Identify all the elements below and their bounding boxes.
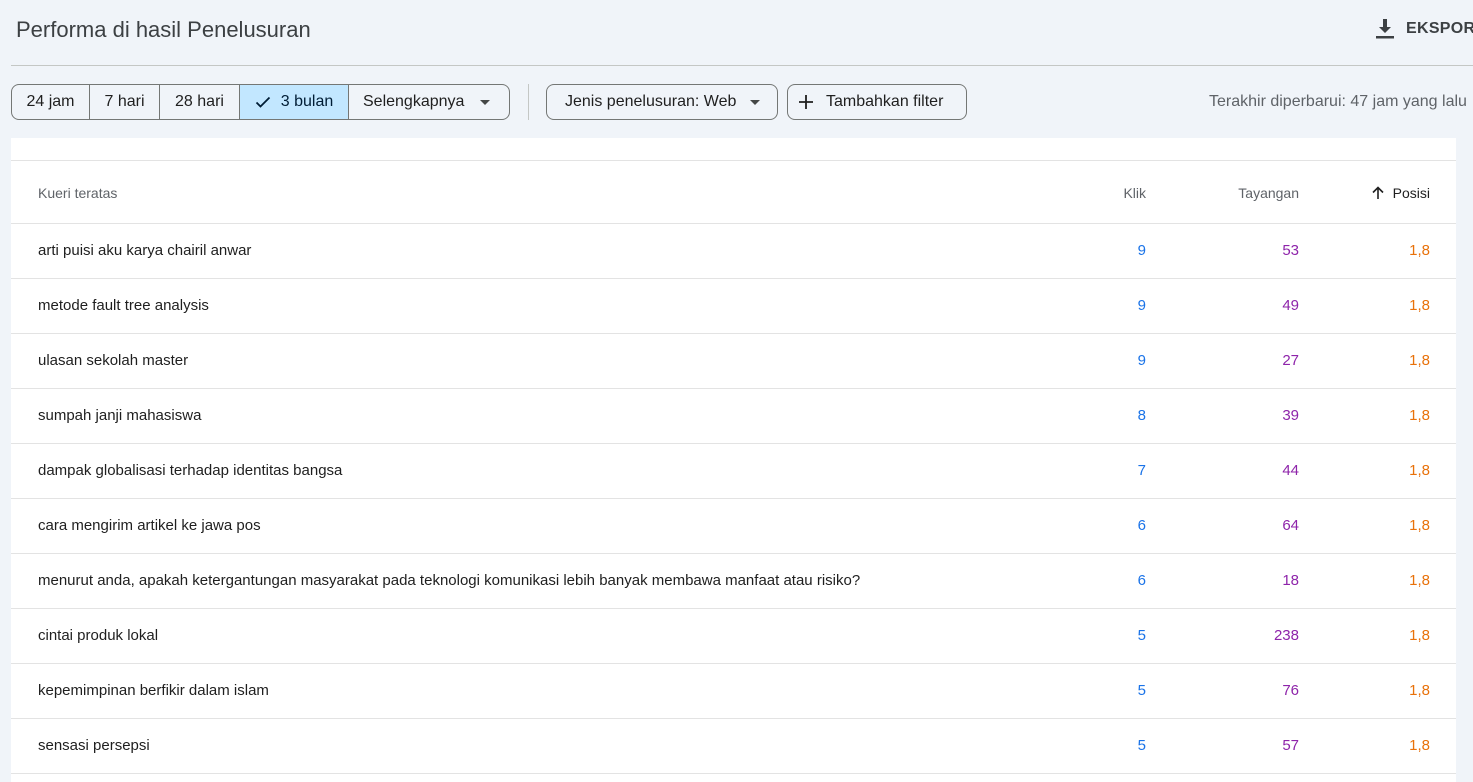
clicks-cell: 9 bbox=[1137, 242, 1146, 259]
table-header: Kueri teratas Klik Tayangan Posisi bbox=[11, 161, 1456, 224]
table-row[interactable]: kepemimpinan berfikir dalam islam 5 76 1,8 bbox=[11, 664, 1456, 719]
position-cell: 1,8 bbox=[1409, 352, 1430, 369]
column-header-position[interactable]: Posisi bbox=[1371, 185, 1430, 201]
date-range-label: Selengkapnya bbox=[363, 93, 465, 110]
query-cell: arti puisi aku karya chairil anwar bbox=[38, 242, 252, 259]
search-type-filter[interactable]: Jenis penelusuran: Web bbox=[546, 84, 778, 120]
download-icon bbox=[1376, 19, 1394, 39]
impressions-cell: 49 bbox=[1282, 297, 1299, 314]
date-range-selector: 24 jam 7 hari 28 hari 3 bulan Selengkapn… bbox=[11, 84, 510, 120]
caret-down-icon bbox=[480, 99, 491, 105]
impressions-cell: 57 bbox=[1282, 737, 1299, 754]
date-range-24h[interactable]: 24 jam bbox=[12, 85, 90, 119]
query-cell: sumpah janji mahasiswa bbox=[38, 407, 202, 424]
date-range-28d[interactable]: 28 hari bbox=[160, 85, 240, 119]
filter-divider bbox=[528, 84, 529, 120]
query-cell: metode fault tree analysis bbox=[38, 297, 209, 314]
table-row[interactable]: sensasi persepsi 5 57 1,8 bbox=[11, 719, 1456, 774]
date-range-more[interactable]: Selengkapnya bbox=[349, 85, 509, 119]
column-header-clicks[interactable]: Klik bbox=[1123, 185, 1146, 201]
date-range-label: 24 jam bbox=[26, 93, 75, 110]
impressions-cell: 18 bbox=[1282, 572, 1299, 589]
clicks-cell: 5 bbox=[1137, 737, 1146, 754]
table-row[interactable]: metode fault tree analysis 9 49 1,8 bbox=[11, 279, 1456, 334]
export-label: EKSPOR bbox=[1406, 20, 1473, 37]
table-row[interactable]: sumpah janji mahasiswa 8 39 1,8 bbox=[11, 389, 1456, 444]
table-row[interactable]: cara mengirim artikel ke jawa pos 6 64 1,8 bbox=[11, 499, 1456, 554]
last-updated-text: Terakhir diperbarui: 47 jam yang lalu bbox=[1209, 93, 1467, 110]
query-cell: ulasan sekolah master bbox=[38, 352, 189, 369]
date-range-3m[interactable]: 3 bulan bbox=[240, 85, 349, 119]
table-row[interactable]: ulasan sekolah master 9 27 1,8 bbox=[11, 334, 1456, 389]
impressions-cell: 39 bbox=[1282, 407, 1299, 424]
impressions-cell: 64 bbox=[1282, 517, 1299, 534]
query-cell: menurut anda, apakah ketergantungan masy… bbox=[38, 572, 861, 589]
impressions-cell: 27 bbox=[1282, 352, 1299, 369]
plus-icon bbox=[799, 95, 813, 109]
column-header-position-label: Posisi bbox=[1392, 185, 1430, 201]
search-type-label: Jenis penelusuran: Web bbox=[565, 93, 737, 110]
clicks-cell: 9 bbox=[1137, 297, 1146, 314]
date-range-7d[interactable]: 7 hari bbox=[90, 85, 160, 119]
add-filter-label: Tambahkan filter bbox=[826, 93, 944, 110]
add-filter-button[interactable]: Tambahkan filter bbox=[787, 84, 967, 120]
date-range-label: 3 bulan bbox=[280, 93, 334, 110]
query-cell: dampak globalisasi terhadap identitas ba… bbox=[38, 462, 343, 479]
position-cell: 1,8 bbox=[1409, 462, 1430, 479]
table-row[interactable]: cintai produk lokal 5 238 1,8 bbox=[11, 609, 1456, 664]
clicks-cell: 7 bbox=[1137, 462, 1146, 479]
date-range-label: 7 hari bbox=[104, 93, 145, 110]
position-cell: 1,8 bbox=[1409, 627, 1430, 644]
arrow-up-icon bbox=[1372, 186, 1384, 199]
table-row[interactable]: arti puisi aku karya chairil anwar 9 53 1,8 bbox=[11, 224, 1456, 279]
clicks-cell: 8 bbox=[1137, 407, 1146, 424]
impressions-cell: 238 bbox=[1273, 627, 1299, 644]
column-header-query[interactable]: Kueri teratas bbox=[38, 185, 117, 201]
position-cell: 1,8 bbox=[1409, 517, 1430, 534]
clicks-cell: 6 bbox=[1137, 517, 1146, 534]
position-cell: 1,8 bbox=[1409, 737, 1430, 754]
header-divider bbox=[11, 65, 1473, 66]
clicks-cell: 5 bbox=[1137, 682, 1146, 699]
export-button[interactable]: EKSPOR bbox=[1375, 18, 1473, 40]
position-cell: 1,8 bbox=[1409, 242, 1430, 259]
date-range-label: 28 hari bbox=[175, 93, 224, 110]
caret-down-icon bbox=[750, 99, 761, 105]
query-cell: sensasi persepsi bbox=[38, 737, 150, 754]
page-title: Performa di hasil Penelusuran bbox=[16, 17, 311, 42]
check-icon bbox=[255, 96, 270, 108]
column-header-impressions[interactable]: Tayangan bbox=[1238, 185, 1299, 201]
query-cell: cintai produk lokal bbox=[38, 627, 159, 644]
clicks-cell: 6 bbox=[1137, 572, 1146, 589]
position-cell: 1,8 bbox=[1409, 682, 1430, 699]
query-cell: kepemimpinan berfikir dalam islam bbox=[38, 682, 269, 699]
table-row[interactable]: dampak globalisasi terhadap identitas ba… bbox=[11, 444, 1456, 499]
table-row[interactable]: menurut anda, apakah ketergantungan masy… bbox=[11, 554, 1456, 609]
impressions-cell: 44 bbox=[1282, 462, 1299, 479]
position-cell: 1,8 bbox=[1409, 572, 1430, 589]
position-cell: 1,8 bbox=[1409, 297, 1430, 314]
queries-table-card: Kueri teratas Klik Tayangan Posisi arti … bbox=[11, 138, 1456, 782]
position-cell: 1,8 bbox=[1409, 407, 1430, 424]
impressions-cell: 76 bbox=[1282, 682, 1299, 699]
impressions-cell: 53 bbox=[1282, 242, 1299, 259]
clicks-cell: 9 bbox=[1137, 352, 1146, 369]
clicks-cell: 5 bbox=[1137, 627, 1146, 644]
query-cell: cara mengirim artikel ke jawa pos bbox=[38, 517, 261, 534]
